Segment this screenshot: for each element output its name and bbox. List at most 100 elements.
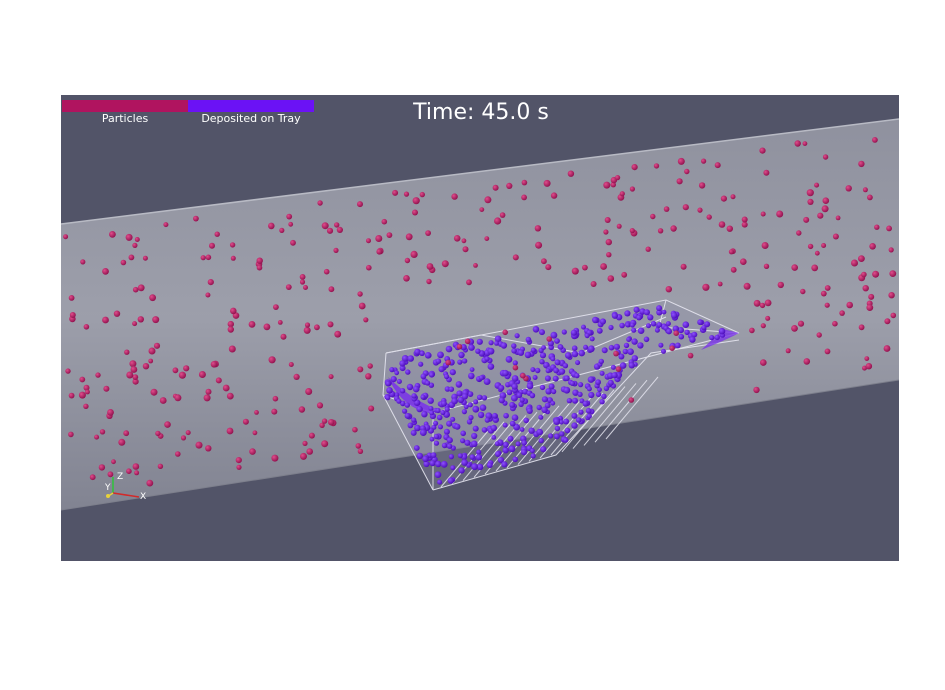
- particle: [83, 324, 90, 330]
- deposited-particle: [658, 342, 664, 348]
- particle: [174, 394, 182, 402]
- particle: [290, 239, 296, 246]
- deposited-particle: [554, 359, 561, 366]
- deposited-particle: [697, 319, 703, 326]
- deposited-particle: [436, 414, 443, 421]
- deposited-particle: [519, 427, 525, 432]
- deposited-particle: [444, 373, 450, 380]
- deposited-particle: [598, 358, 604, 365]
- deposited-particle: [399, 360, 406, 367]
- legend-swatch-deposited: [188, 100, 314, 112]
- particle: [113, 310, 121, 317]
- particle: [235, 457, 242, 464]
- deposited-particle: [488, 340, 494, 346]
- deposited-particle: [440, 460, 448, 468]
- particle: [102, 268, 109, 275]
- deposited-particle: [469, 367, 475, 372]
- deposited-particle: [553, 367, 559, 374]
- particle: [760, 211, 766, 217]
- particle: [286, 213, 293, 220]
- render-viewport[interactable]: Z X Y Particles Deposited on Tray Time: …: [61, 95, 899, 561]
- deposited-particle: [571, 422, 578, 429]
- particle: [405, 233, 413, 241]
- particle: [663, 206, 670, 212]
- particle: [506, 182, 513, 189]
- particle: [357, 448, 364, 454]
- particle: [303, 285, 308, 290]
- particle: [706, 214, 712, 220]
- particle: [118, 438, 126, 446]
- particle: [403, 275, 410, 282]
- particle: [743, 282, 751, 290]
- legend-label-deposited: Deposited on Tray: [201, 112, 301, 125]
- particle: [606, 252, 612, 258]
- particle: [207, 279, 214, 286]
- deposited-particle: [435, 407, 441, 414]
- particle: [822, 197, 830, 204]
- deposited-particle: [468, 414, 474, 421]
- deposited-particle: [563, 418, 570, 425]
- particle: [334, 222, 340, 228]
- particle: [124, 349, 130, 355]
- particle: [149, 294, 156, 302]
- deposited-particle: [503, 412, 509, 419]
- particle: [701, 158, 707, 164]
- particle: [521, 194, 527, 201]
- deposited-particle: [460, 430, 467, 437]
- deposited-particle: [471, 463, 478, 471]
- particle: [824, 348, 831, 355]
- deposited-particle: [477, 411, 485, 419]
- particle: [142, 255, 148, 261]
- deposited-particle: [578, 349, 585, 357]
- deposited-particle: [478, 375, 485, 381]
- deposited-particle: [481, 427, 488, 433]
- particle: [479, 207, 485, 212]
- deposited-particle: [626, 337, 632, 342]
- deposited-particle: [471, 432, 478, 440]
- particle: [227, 326, 234, 333]
- particle: [821, 205, 829, 213]
- deposited-particle: [509, 401, 516, 408]
- deposited-particle: [530, 367, 536, 373]
- deposited-particle: [599, 318, 607, 325]
- deposited-particle: [586, 386, 592, 392]
- deposited-particle: [585, 407, 592, 414]
- deposited-particle: [386, 387, 393, 394]
- particle: [492, 184, 499, 191]
- deposited-particle: [558, 368, 566, 375]
- particle: [83, 403, 89, 409]
- particle: [777, 281, 784, 289]
- particle: [872, 137, 878, 143]
- particle: [886, 225, 892, 232]
- particle: [392, 189, 399, 196]
- particle: [796, 230, 802, 236]
- particle: [466, 279, 472, 286]
- particle: [730, 266, 737, 273]
- particle: [764, 299, 772, 307]
- deposited-particle: [487, 363, 495, 370]
- deposited-particle: [445, 345, 453, 353]
- deposited-particle: [526, 407, 533, 414]
- particle: [776, 210, 784, 218]
- deposited-particle: [519, 397, 525, 403]
- particle: [441, 260, 449, 268]
- deposited-particle: [599, 370, 605, 376]
- particle: [273, 304, 279, 310]
- deposited-particle: [468, 372, 475, 380]
- deposited-particle: [666, 328, 672, 335]
- deposited-particle: [541, 396, 548, 403]
- particle: [134, 470, 140, 476]
- particle: [69, 312, 76, 318]
- particle: [604, 217, 611, 223]
- deposited-particle: [418, 361, 424, 367]
- particle: [821, 243, 827, 248]
- particle: [214, 231, 220, 237]
- particle: [85, 389, 90, 395]
- particle: [464, 338, 471, 345]
- deposited-particle: [575, 417, 582, 423]
- deposited-particle: [402, 408, 408, 414]
- deposited-particle: [511, 343, 517, 349]
- deposited-particle: [596, 327, 603, 334]
- deposited-particle: [564, 427, 571, 434]
- particle: [864, 356, 870, 361]
